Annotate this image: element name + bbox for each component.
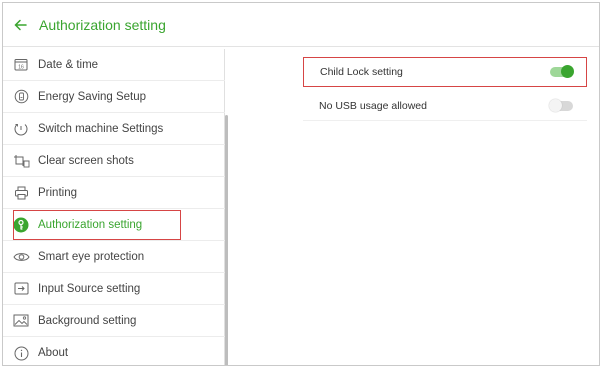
sidebar-item-printing[interactable]: Printing bbox=[3, 177, 225, 209]
no-usb-row: No USB usage allowed bbox=[303, 91, 587, 121]
svg-text:16: 16 bbox=[18, 65, 24, 71]
child-lock-row: Child Lock setting bbox=[303, 57, 587, 87]
image-icon bbox=[12, 312, 30, 330]
sidebar-scrollbar[interactable] bbox=[225, 115, 228, 365]
sidebar-item-label: Input Source setting bbox=[38, 282, 141, 295]
sidebar-item-background[interactable]: Background setting bbox=[3, 305, 225, 337]
sidebar: 16 Date & time Energy Saving Setup Switc… bbox=[3, 49, 225, 365]
settings-window: Authorization setting 16 Date & time Ene… bbox=[2, 2, 600, 366]
sidebar-item-label: Background setting bbox=[38, 314, 137, 327]
sidebar-item-label: Clear screen shots bbox=[38, 154, 134, 167]
printer-icon bbox=[12, 184, 30, 202]
eye-icon bbox=[12, 248, 30, 266]
clear-screenshot-icon bbox=[12, 152, 30, 170]
setting-label: No USB usage allowed bbox=[319, 99, 427, 112]
no-usb-toggle[interactable] bbox=[549, 98, 573, 112]
sidebar-item-about[interactable]: About bbox=[3, 337, 225, 365]
back-button[interactable] bbox=[13, 18, 27, 32]
power-cycle-icon bbox=[12, 120, 30, 138]
calendar-icon: 16 bbox=[12, 56, 30, 74]
sidebar-item-label: Date & time bbox=[38, 58, 99, 71]
child-lock-toggle[interactable] bbox=[550, 65, 574, 78]
page-title: Authorization setting bbox=[39, 16, 166, 33]
setting-label: Child Lock setting bbox=[320, 66, 403, 78]
info-icon bbox=[12, 344, 30, 362]
sidebar-item-clear-screenshots[interactable]: Clear screen shots bbox=[3, 145, 225, 177]
sidebar-item-label: Energy Saving Setup bbox=[38, 90, 147, 103]
input-source-icon bbox=[12, 280, 30, 298]
sidebar-item-energy-saving[interactable]: Energy Saving Setup bbox=[3, 81, 225, 113]
arrow-left-icon bbox=[13, 19, 27, 30]
sidebar-item-label: Switch machine Settings bbox=[38, 122, 164, 135]
sidebar-item-eye-protection[interactable]: Smart eye protection bbox=[3, 241, 225, 273]
selection-highlight bbox=[13, 210, 181, 240]
energy-icon bbox=[12, 88, 30, 106]
toggle-knob bbox=[561, 65, 574, 78]
sidebar-item-label: Printing bbox=[38, 186, 77, 199]
toggle-knob bbox=[549, 98, 562, 112]
sidebar-item-date-time[interactable]: 16 Date & time bbox=[3, 49, 225, 81]
sidebar-item-switch-machine[interactable]: Switch machine Settings bbox=[3, 113, 225, 145]
sidebar-item-label: Smart eye protection bbox=[38, 250, 145, 263]
header-bar: Authorization setting bbox=[3, 3, 599, 47]
sidebar-item-label: About bbox=[38, 347, 69, 359]
sidebar-item-input-source[interactable]: Input Source setting bbox=[3, 273, 225, 305]
sidebar-item-authorization[interactable]: Authorization setting bbox=[3, 209, 225, 241]
